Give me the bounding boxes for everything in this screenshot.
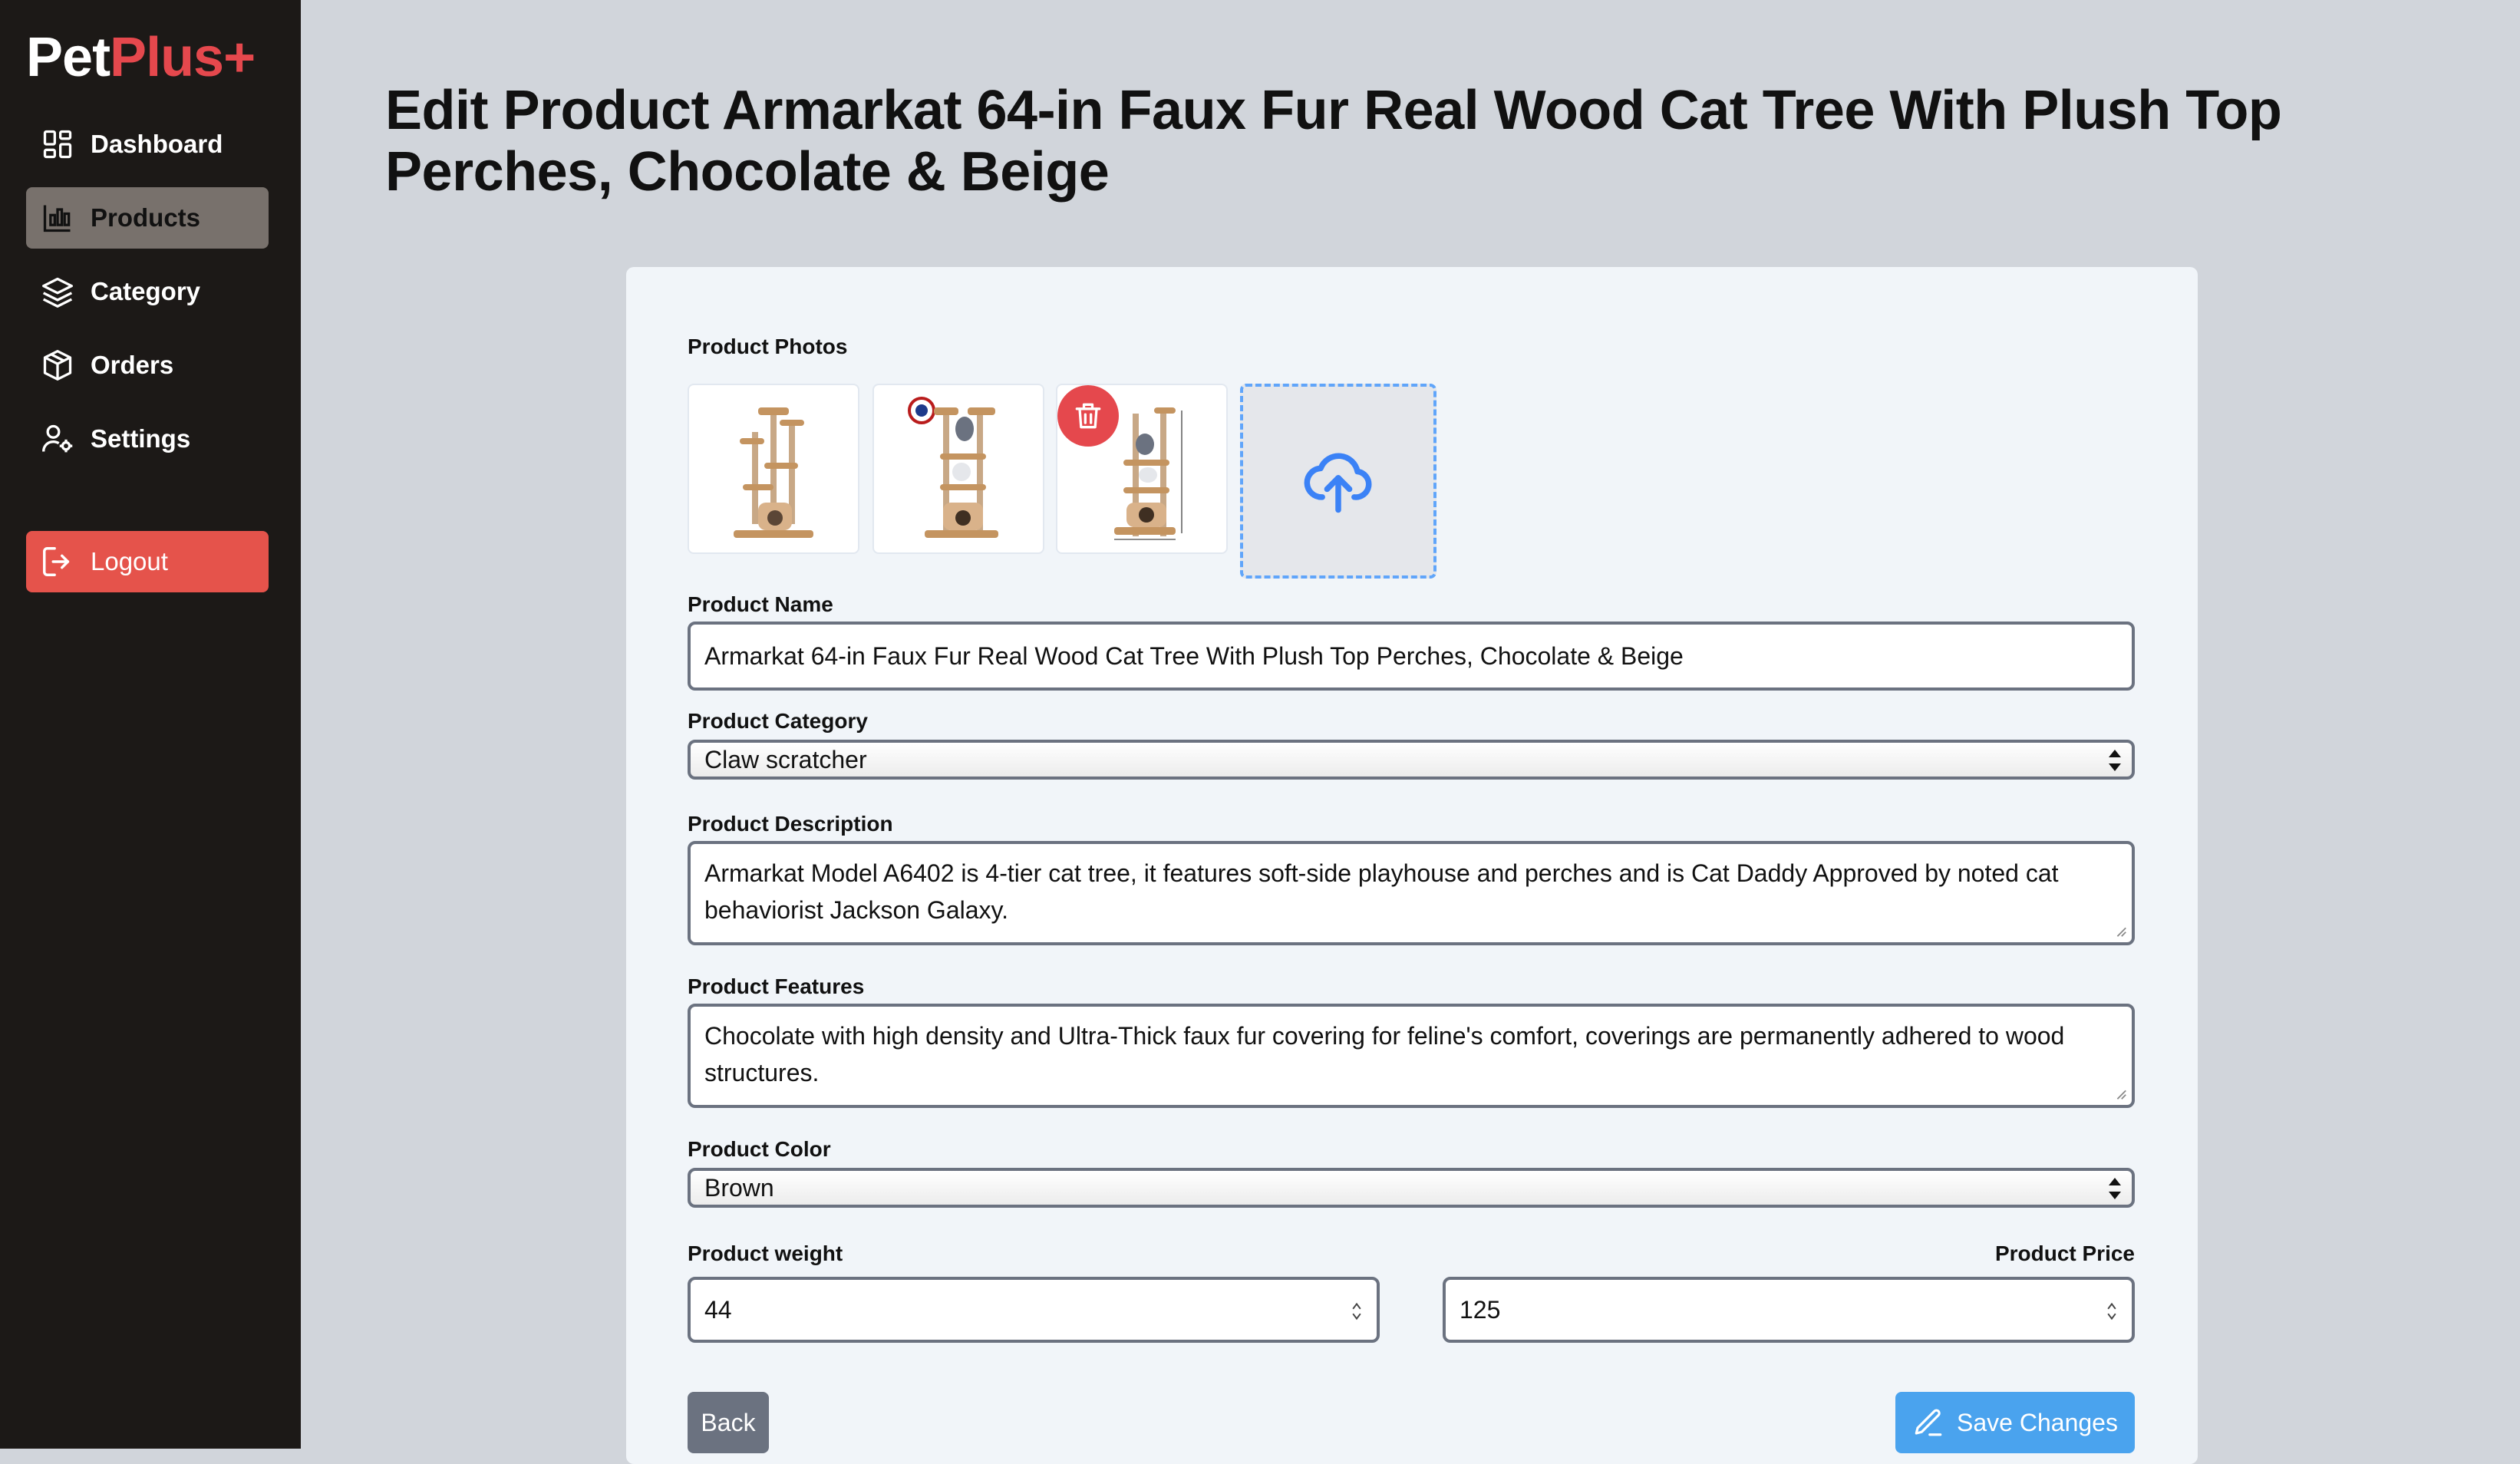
sidebar: PetPlus+ Dashboard Products Category Ord… <box>0 0 301 1449</box>
product-color-select[interactable]: Brown <box>688 1168 2135 1208</box>
trash-icon <box>1075 403 1101 429</box>
upload-photo-dropzone[interactable] <box>1240 384 1436 579</box>
product-category-value: Claw scratcher <box>704 745 867 773</box>
product-color-label: Product Color <box>688 1137 831 1161</box>
product-category-select[interactable]: Claw scratcher <box>688 740 2135 780</box>
select-arrows-icon <box>2109 1178 2121 1199</box>
product-category-label: Product Category <box>688 709 868 733</box>
product-color-value: Brown <box>704 1173 774 1202</box>
cloud-upload-icon <box>1304 453 1372 513</box>
back-button[interactable]: Back <box>688 1392 769 1453</box>
sidebar-item-label: Products <box>91 203 201 232</box>
number-stepper-icon[interactable] <box>1351 1300 1363 1323</box>
logout-icon <box>43 547 70 576</box>
save-button-label: Save Changes <box>1957 1408 2118 1436</box>
sidebar-item-products[interactable]: Products <box>26 187 269 249</box>
product-name-input[interactable]: Armarkat 64-in Faux Fur Real Wood Cat Tr… <box>688 622 2135 691</box>
sidebar-item-label: Orders <box>91 351 174 379</box>
product-name-value: Armarkat 64-in Faux Fur Real Wood Cat Tr… <box>704 641 1684 670</box>
chart-bars-icon <box>40 200 75 236</box>
product-price-label: Product Price <box>1994 1241 2135 1265</box>
product-photos-label: Product Photos <box>688 335 848 358</box>
product-features-label: Product Features <box>688 974 865 998</box>
sidebar-item-label: Settings <box>91 424 191 453</box>
delete-photo-button[interactable] <box>1057 385 1119 447</box>
app-logo[interactable]: PetPlus+ <box>26 26 256 89</box>
logout-button[interactable]: Logout <box>26 531 269 592</box>
product-features-value: Chocolate with high density and Ultra-Th… <box>704 1022 2065 1086</box>
page-title: Edit Product Armarkat 64-in Faux Fur Rea… <box>385 80 2282 203</box>
sidebar-item-dashboard[interactable]: Dashboard <box>26 114 269 175</box>
save-changes-button[interactable]: Save Changes <box>1895 1392 2135 1453</box>
select-arrows-icon <box>2109 750 2121 771</box>
product-weight-input[interactable]: 44 <box>688 1277 1380 1343</box>
sidebar-item-category[interactable]: Category <box>26 261 269 322</box>
back-button-label: Back <box>701 1408 756 1436</box>
pencil-icon <box>1915 1409 1942 1436</box>
product-description-label: Product Description <box>688 812 893 836</box>
logout-label: Logout <box>91 547 168 575</box>
product-description-textarea[interactable]: Armarkat Model A6402 is 4-tier cat tree,… <box>688 841 2135 945</box>
sidebar-item-label: Dashboard <box>91 130 223 158</box>
sidebar-item-label: Category <box>91 277 201 305</box>
product-features-textarea[interactable]: Chocolate with high density and Ultra-Th… <box>688 1004 2135 1108</box>
resize-grip-icon[interactable] <box>2113 924 2127 938</box>
product-photo-1[interactable] <box>688 384 859 554</box>
product-price-input[interactable]: 125 <box>1443 1277 2135 1343</box>
product-description-value: Armarkat Model A6402 is 4-tier cat tree,… <box>704 859 2059 924</box>
number-stepper-icon[interactable] <box>2106 1300 2118 1323</box>
cat-tree-image <box>734 407 813 538</box>
dashboard-grid-icon <box>40 127 75 162</box>
product-name-label: Product Name <box>688 592 833 616</box>
product-price-value: 125 <box>1460 1295 1501 1324</box>
product-weight-value: 44 <box>704 1295 732 1324</box>
cat-tree-image <box>908 397 998 538</box>
layers-icon <box>40 274 75 309</box>
resize-grip-icon[interactable] <box>2113 1086 2127 1100</box>
user-settings-icon <box>40 421 75 457</box>
sidebar-item-orders[interactable]: Orders <box>26 335 269 396</box>
product-weight-label: Product weight <box>688 1241 843 1265</box>
product-photo-2[interactable] <box>872 384 1044 554</box>
box-icon <box>40 348 75 383</box>
sidebar-item-settings[interactable]: Settings <box>26 408 269 470</box>
